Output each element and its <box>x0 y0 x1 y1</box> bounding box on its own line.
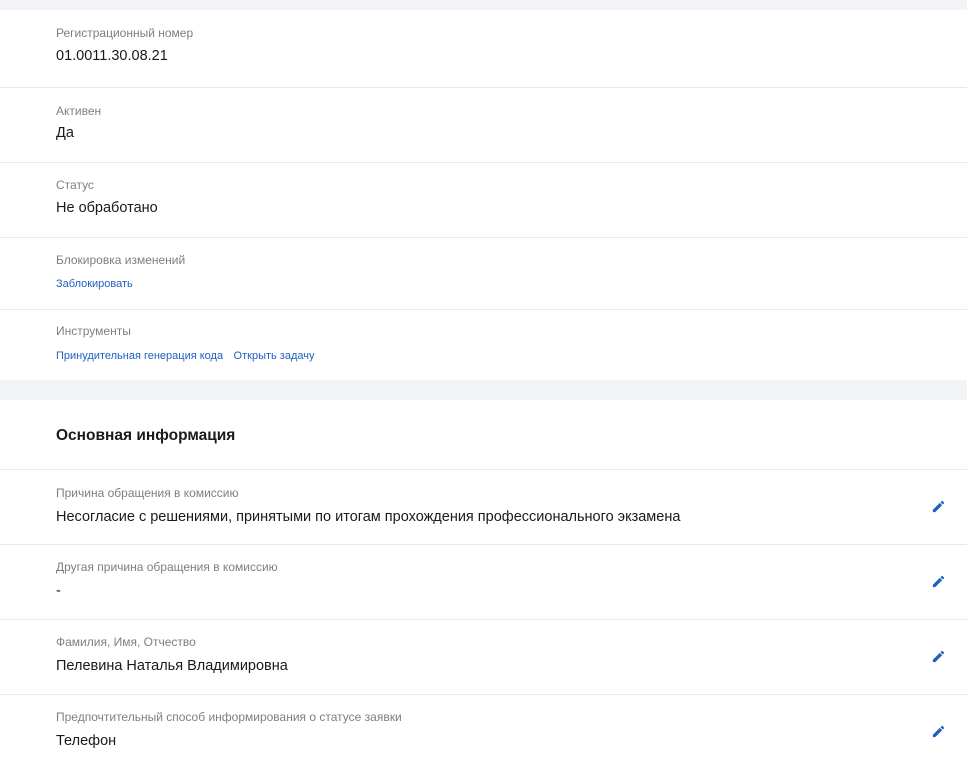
registration-number-value: 01.0011.30.08.21 <box>56 48 168 64</box>
edit-button[interactable] <box>928 571 948 591</box>
row-status: Статус Не обработано <box>0 163 967 238</box>
field-row-appeal-reason: Причина обращения в комиссию Несогласие … <box>0 470 967 545</box>
field-label: Другая причина обращения в комиссию <box>56 560 278 574</box>
row-change-lock: Блокировка изменений Заблокировать <box>0 238 967 310</box>
row-active: Активен Да <box>0 88 967 163</box>
pencil-icon <box>932 725 944 737</box>
tools-label: Инструменты <box>56 324 131 338</box>
open-task-link[interactable]: Открыть задачу <box>234 350 315 362</box>
pencil-icon <box>932 650 944 662</box>
main-info-header: Основная информация <box>0 400 967 470</box>
main-info-card: Основная информация Причина обращения в … <box>0 400 967 760</box>
edit-button[interactable] <box>928 646 948 666</box>
edit-button[interactable] <box>928 496 948 516</box>
active-label: Активен <box>56 104 102 118</box>
field-label: Предпочтительный способ информирования о… <box>56 710 402 724</box>
field-value: Несогласие с решениями, принятыми по ито… <box>56 509 681 525</box>
registration-number-label: Регистрационный номер <box>56 26 194 40</box>
field-row-full-name: Фамилия, Имя, Отчество Пелевина Наталья … <box>0 620 967 695</box>
field-label: Фамилия, Имя, Отчество <box>56 635 196 649</box>
edit-button[interactable] <box>928 721 948 741</box>
field-row-notification-method: Предпочтительный способ информирования о… <box>0 695 967 760</box>
field-row-other-reason: Другая причина обращения в комиссию - <box>0 545 967 620</box>
field-value: - <box>56 583 61 599</box>
field-value: Пелевина Наталья Владимировна <box>56 658 288 674</box>
pencil-icon <box>932 500 944 512</box>
pencil-icon <box>932 575 944 587</box>
lock-link[interactable]: Заблокировать <box>56 278 133 290</box>
status-value: Не обработано <box>56 200 158 216</box>
status-label: Статус <box>56 178 94 192</box>
force-code-generation-link[interactable]: Принудительная генерация кода <box>56 350 223 362</box>
registration-info-card: Регистрационный номер 01.0011.30.08.21 А… <box>0 10 967 380</box>
field-value: Телефон <box>56 733 117 749</box>
change-lock-label: Блокировка изменений <box>56 253 186 267</box>
field-label: Причина обращения в комиссию <box>56 486 239 500</box>
section-title: Основная информация <box>56 427 236 444</box>
active-value: Да <box>56 125 74 141</box>
row-registration-number: Регистрационный номер 01.0011.30.08.21 <box>0 10 967 88</box>
row-tools: Инструменты Принудительная генерация код… <box>0 310 967 380</box>
